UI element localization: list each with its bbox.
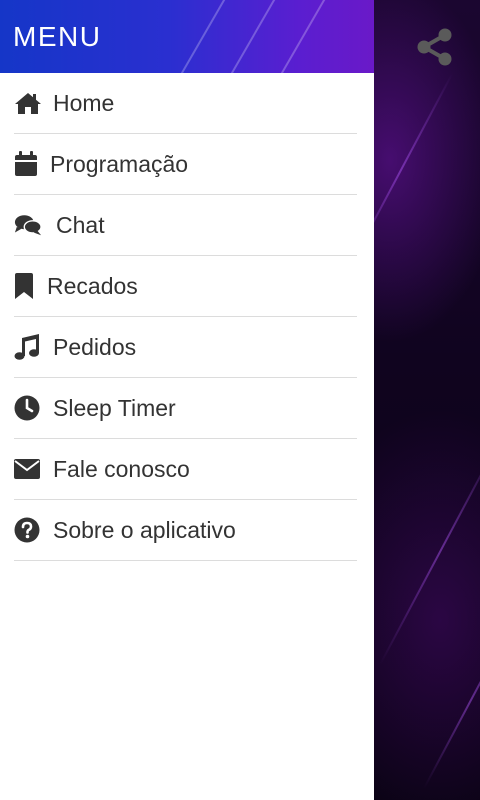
menu-item-label: Chat xyxy=(56,211,105,238)
menu-item-label: Home xyxy=(53,89,115,116)
share-button[interactable] xyxy=(414,26,456,68)
share-icon xyxy=(417,28,452,66)
drawer-header: MENU xyxy=(0,0,374,73)
envelope-icon xyxy=(14,457,42,481)
menu-item-label: Programação xyxy=(50,150,189,177)
menu-item-label: Pedidos xyxy=(53,333,137,360)
menu-item-home[interactable]: Home xyxy=(14,73,357,134)
bookmark-icon xyxy=(14,273,36,299)
menu-item-label: Sobre o aplicativo xyxy=(53,516,236,543)
music-note-icon xyxy=(14,334,42,360)
menu-item-pedidos[interactable]: Pedidos xyxy=(14,317,357,378)
chat-icon xyxy=(14,213,42,237)
menu-item-sobre-o-aplicativo[interactable]: Sobre o aplicativo xyxy=(14,500,357,561)
menu-item-sleep-timer[interactable]: Sleep Timer xyxy=(14,378,357,439)
menu-item-fale-conosco[interactable]: Fale conosco xyxy=(14,439,357,500)
menu-item-label: Sleep Timer xyxy=(53,394,176,421)
navigation-drawer: MENU Home Programação Chat Recados Pedid… xyxy=(0,0,374,800)
menu-list: Home Programação Chat Recados Pedidos Sl… xyxy=(0,73,374,561)
question-circle-icon xyxy=(14,517,42,543)
drawer-title: MENU xyxy=(13,21,102,52)
menu-item-programacao[interactable]: Programação xyxy=(14,134,357,195)
menu-item-chat[interactable]: Chat xyxy=(14,195,357,256)
menu-item-recados[interactable]: Recados xyxy=(14,256,357,317)
home-icon xyxy=(14,91,42,115)
calendar-icon xyxy=(14,151,42,176)
clock-icon xyxy=(14,395,42,421)
menu-item-label: Recados xyxy=(47,272,138,299)
menu-item-label: Fale conosco xyxy=(53,455,190,482)
